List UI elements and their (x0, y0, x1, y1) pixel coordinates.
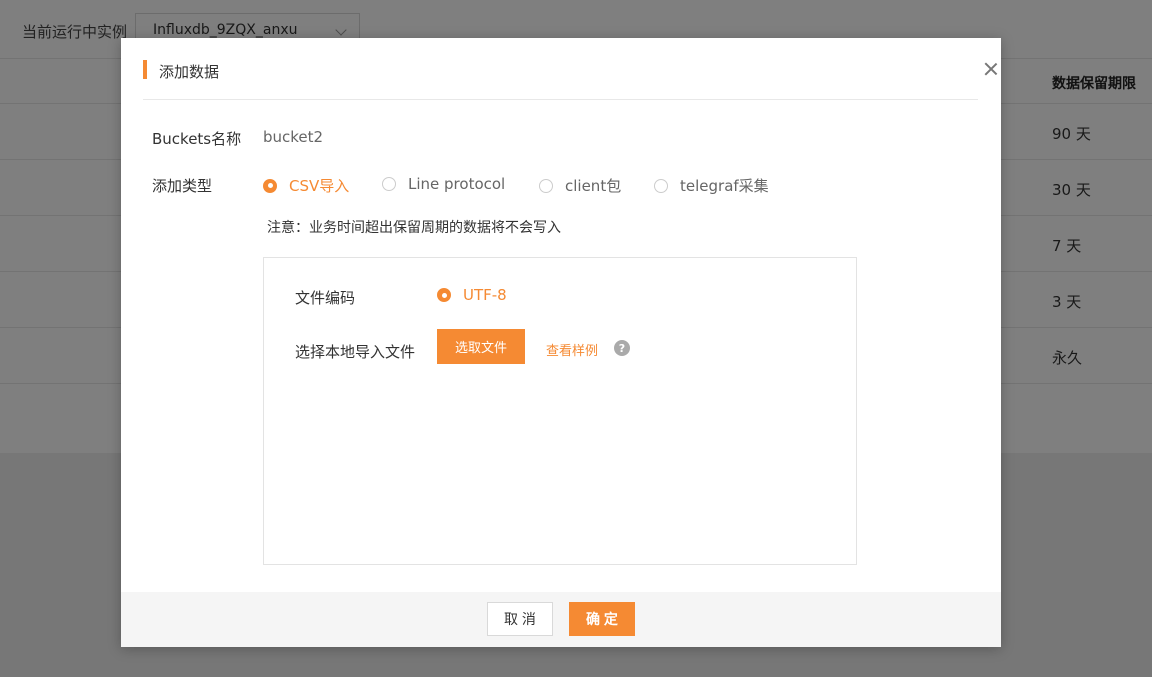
close-icon[interactable] (983, 61, 999, 77)
radio-label: Line protocol (408, 175, 506, 193)
csv-upload-panel: 文件编码 UTF-8 选择本地导入文件 选取文件 查看样例 ? (263, 257, 857, 565)
bucket-name-label: Buckets名称 (152, 130, 242, 148)
radio-checked-icon (437, 288, 451, 302)
cancel-button[interactable]: 取 消 (487, 602, 553, 636)
radio-label: CSV导入 (289, 177, 350, 195)
add-data-dialog: 添加数据 Buckets名称 bucket2 添加类型 CSV导入 Line p… (121, 38, 1001, 647)
title-accent-bar (143, 60, 147, 79)
type-option-csv[interactable]: CSV导入 (263, 175, 349, 196)
radio-label: UTF-8 (463, 286, 507, 304)
retention-note: 注意：业务时间超出保留周期的数据将不会写入 (267, 220, 561, 236)
radio-label: client包 (565, 177, 622, 195)
radio-checked-icon (263, 178, 277, 193)
radio-unchecked-icon (654, 178, 668, 193)
local-file-label: 选择本地导入文件 (295, 343, 416, 361)
radio-unchecked-icon (539, 178, 553, 193)
type-option-line-protocol[interactable]: Line protocol (382, 175, 505, 193)
file-encoding-label: 文件编码 (295, 289, 356, 307)
type-option-client[interactable]: client包 (539, 175, 621, 196)
dialog-footer: 取 消 确 定 (121, 592, 1001, 647)
confirm-button[interactable]: 确 定 (569, 602, 635, 636)
encoding-option-utf8[interactable]: UTF-8 (437, 286, 507, 304)
pick-file-button[interactable]: 选取文件 (437, 329, 525, 364)
type-option-telegraf[interactable]: telegraf采集 (654, 175, 769, 196)
radio-unchecked-icon (382, 177, 396, 191)
help-icon[interactable]: ? (614, 340, 630, 356)
radio-label: telegraf采集 (680, 177, 769, 195)
view-sample-link[interactable]: 查看样例 (546, 340, 598, 359)
bucket-name-value: bucket2 (263, 128, 324, 146)
add-type-label: 添加类型 (152, 177, 213, 195)
dialog-header: 添加数据 (143, 38, 978, 100)
dialog-title: 添加数据 (159, 63, 220, 81)
